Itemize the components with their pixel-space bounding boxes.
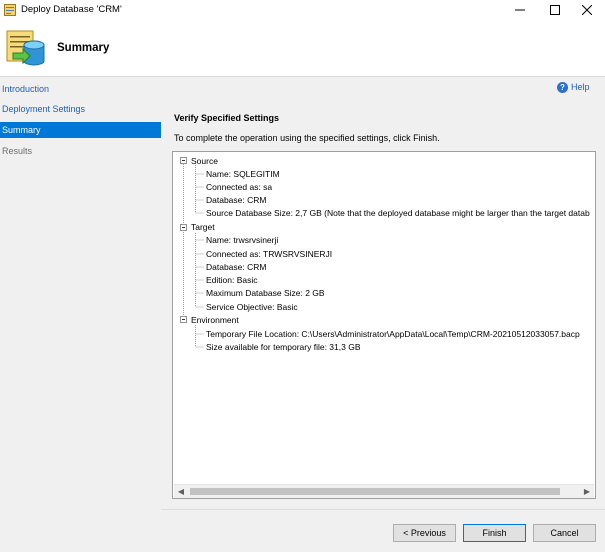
tree-item-temp-size: Size available for temporary file: 31,3 …: [206, 342, 361, 352]
tree-item-source-size: Source Database Size: 2,7 GB (Note that …: [206, 208, 590, 218]
title-bar: Deploy Database 'CRM': [0, 0, 605, 20]
close-button[interactable]: [569, 0, 605, 20]
window-title: Deploy Database 'CRM': [21, 4, 122, 15]
tree-item-target-connected: Connected as: TRWSRVSINERJI: [206, 249, 333, 259]
minimize-icon: [515, 9, 525, 11]
tree-node-environment[interactable]: Environment: [191, 314, 239, 326]
tree-item-source-database: Database: CRM: [206, 195, 267, 205]
target-expander[interactable]: [180, 224, 187, 231]
scroll-right-arrow-icon[interactable]: ▶: [580, 485, 594, 498]
previous-button[interactable]: < Previous: [393, 524, 456, 542]
scroll-left-arrow-icon[interactable]: ◀: [174, 485, 188, 498]
maximize-button[interactable]: [537, 0, 573, 20]
tree-item-target-max-size: Maximum Database Size: 2 GB: [206, 288, 325, 298]
maximize-icon: [550, 5, 560, 15]
wizard-sidebar: Introduction Deployment Settings Summary…: [0, 77, 161, 552]
horizontal-scrollbar[interactable]: ◀ ▶: [174, 484, 594, 498]
tree-item-target-database: Database: CRM: [206, 262, 267, 272]
help-link[interactable]: ? Help: [557, 80, 590, 94]
page-title: Summary: [57, 42, 110, 54]
instruction-text: To complete the operation using the spec…: [174, 133, 440, 143]
close-icon: [582, 5, 592, 15]
tree-item-temp-location: Temporary File Location: C:\Users\Admini…: [206, 329, 580, 339]
tree-item-source-connected: Connected as: sa: [206, 182, 273, 192]
tree-node-target[interactable]: Target: [191, 221, 215, 233]
scrollbar-thumb[interactable]: [190, 488, 560, 495]
nav-item-summary[interactable]: Summary: [0, 122, 161, 138]
environment-expander[interactable]: [180, 316, 187, 323]
wizard-banner: Summary: [0, 20, 605, 76]
tree-item-target-name: Name: trwsrvsinerji: [206, 235, 279, 245]
help-icon: ?: [557, 81, 568, 93]
finish-button[interactable]: Finish: [463, 524, 526, 542]
app-icon: [4, 4, 16, 16]
footer-divider: [161, 509, 605, 510]
source-expander[interactable]: [180, 157, 187, 164]
section-heading: Verify Specified Settings: [174, 113, 280, 123]
database-deploy-icon: [6, 30, 45, 66]
tree-node-source[interactable]: Source: [191, 155, 218, 167]
tree-item-target-edition: Edition: Basic: [206, 275, 258, 285]
nav-item-introduction[interactable]: Introduction: [0, 81, 161, 97]
tree-item-target-service-objective: Service Objective: Basic: [206, 302, 298, 312]
tree-item-source-name: Name: SQLEGITIM: [206, 169, 280, 179]
cancel-button[interactable]: Cancel: [533, 524, 596, 542]
settings-tree[interactable]: Source Name: SQLEGITIM Connected as: sa …: [172, 151, 596, 499]
nav-item-deployment-settings[interactable]: Deployment Settings: [0, 101, 161, 117]
help-label: Help: [571, 82, 590, 92]
nav-item-results: Results: [2, 146, 33, 156]
minimize-button[interactable]: [502, 0, 538, 20]
